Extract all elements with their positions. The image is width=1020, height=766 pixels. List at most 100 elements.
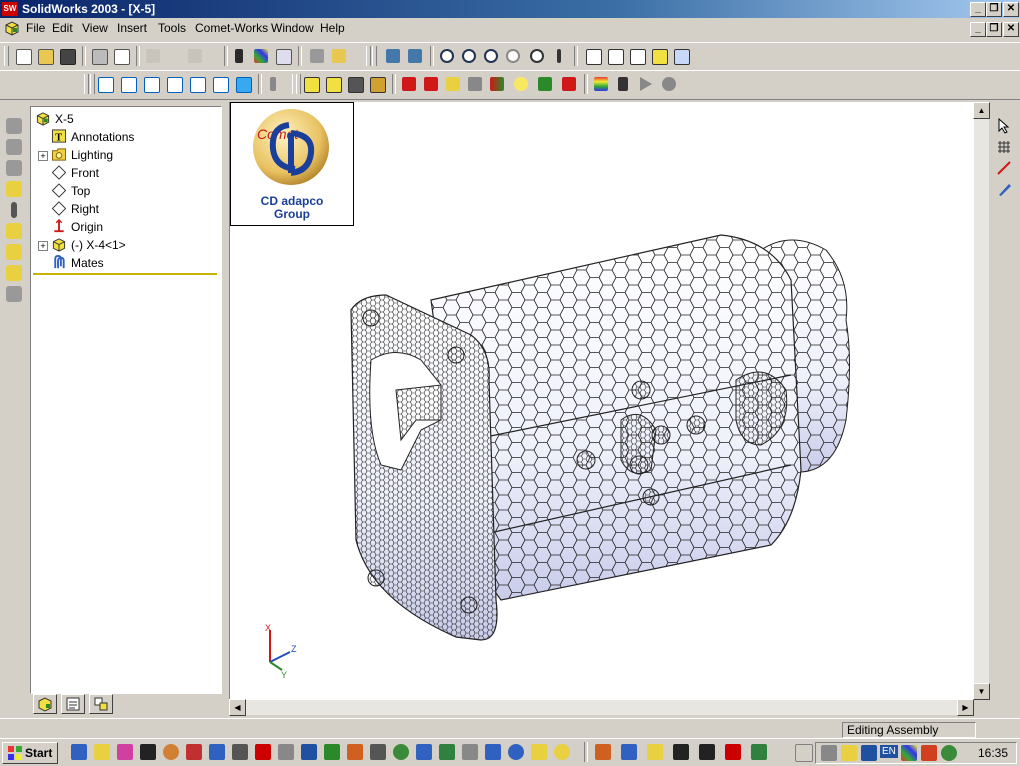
new-icon[interactable]	[14, 47, 32, 65]
start-button[interactable]: Start	[2, 742, 58, 764]
view-front-icon[interactable]	[96, 75, 114, 93]
quicklaunch-tool-icon[interactable]	[185, 743, 203, 761]
shaded-icon[interactable]	[672, 47, 690, 65]
hidden-lines-visible-icon[interactable]	[606, 47, 624, 65]
task-app-2-icon[interactable]	[620, 743, 638, 761]
quicklaunch-powerpoint-icon[interactable]	[346, 743, 364, 761]
pencil-icon[interactable]	[994, 179, 1014, 199]
sketch-pencil-2-icon[interactable]	[406, 47, 424, 65]
task-command-1-icon[interactable]	[672, 743, 690, 761]
menu-help[interactable]: Help	[320, 21, 345, 35]
view-top-icon[interactable]	[188, 75, 206, 93]
stop-icon[interactable]	[660, 75, 678, 93]
red-cube-icon[interactable]	[560, 75, 578, 93]
scroll-left-button[interactable]: ◀	[229, 699, 246, 716]
menu-file[interactable]: File	[26, 21, 45, 35]
taskbar-scroll-icon[interactable]	[794, 743, 813, 762]
restore-button[interactable]: ❐	[986, 2, 1002, 17]
tab-configuration-manager[interactable]	[89, 694, 113, 714]
features-tool-1-icon[interactable]	[4, 116, 24, 136]
doc-minimize-button[interactable]: _	[970, 22, 986, 37]
scroll-up-button[interactable]: ▲	[973, 102, 990, 119]
quicklaunch-solidworks-icon[interactable]	[254, 743, 272, 761]
select-arrow-icon[interactable]	[994, 116, 1014, 136]
color-scale-icon[interactable]	[592, 75, 610, 93]
view-bottom-icon[interactable]	[211, 75, 229, 93]
explode-icon[interactable]	[4, 284, 24, 304]
view-isometric-icon[interactable]	[234, 75, 252, 93]
view-back-icon[interactable]	[119, 75, 137, 93]
quicklaunch-cursor-icon[interactable]	[277, 743, 295, 761]
hidden-lines-removed-icon[interactable]	[628, 47, 646, 65]
tray-monitor-icon[interactable]	[860, 744, 878, 762]
expand-component-toggle[interactable]: +	[38, 241, 48, 251]
menu-window[interactable]: Window	[271, 21, 314, 35]
normal-to-icon[interactable]	[264, 75, 282, 93]
traffic-light-icon[interactable]	[230, 47, 248, 65]
sketch-pencil-icon[interactable]	[384, 47, 402, 65]
open-icon[interactable]	[36, 47, 54, 65]
zoom-to-fit-icon[interactable]	[438, 47, 456, 65]
view-left-icon[interactable]	[142, 75, 160, 93]
tab-feature-manager[interactable]	[33, 694, 57, 714]
view-right-icon[interactable]	[165, 75, 183, 93]
red-box-1-icon[interactable]	[400, 75, 418, 93]
mesh-tool-2-icon[interactable]	[324, 75, 342, 93]
title-bar[interactable]: SW SolidWorks 2003 - [X-5] _ ❐ ✕	[0, 0, 1020, 18]
gray-cube-icon[interactable]	[466, 75, 484, 93]
help-icon[interactable]	[330, 47, 348, 65]
doc-close-button[interactable]: ✕	[1003, 22, 1019, 37]
quicklaunch-network-icon[interactable]	[162, 743, 180, 761]
horizontal-scrollbar[interactable]: ◀ ▶	[229, 699, 974, 716]
play-icon[interactable]	[638, 75, 656, 93]
tray-network-icon[interactable]	[820, 744, 838, 762]
red-box-2-icon[interactable]	[422, 75, 440, 93]
menu-comet-works[interactable]: Comet-Works	[195, 21, 268, 35]
task-app-1-icon[interactable]	[594, 743, 612, 761]
rotate-view-icon[interactable]	[528, 47, 546, 65]
expand-lighting-toggle[interactable]: +	[38, 151, 48, 161]
mesh-tool-4-icon[interactable]	[368, 75, 386, 93]
light-bulb-icon[interactable]	[512, 75, 530, 93]
options-check-icon[interactable]	[274, 47, 292, 65]
redo-icon[interactable]	[186, 47, 204, 65]
quicklaunch-drive-icon[interactable]	[461, 743, 479, 761]
quicklaunch-paint-icon[interactable]	[93, 743, 111, 761]
grid-icon[interactable]	[994, 137, 1014, 157]
quicklaunch-search-icon[interactable]	[70, 743, 88, 761]
features-tool-3-icon[interactable]	[4, 158, 24, 178]
menu-edit[interactable]: Edit	[52, 21, 73, 35]
smart-mates-icon[interactable]	[4, 179, 24, 199]
rotate-component-icon[interactable]	[4, 242, 24, 262]
wireframe-icon[interactable]	[584, 47, 602, 65]
yellow-cluster-icon[interactable]	[444, 75, 462, 93]
quicklaunch-chart-icon[interactable]	[484, 743, 502, 761]
quicklaunch-ftp-icon[interactable]	[415, 743, 433, 761]
quicklaunch-word-icon[interactable]	[300, 743, 318, 761]
quicklaunch-app-icon[interactable]	[438, 743, 456, 761]
tray-volume-icon[interactable]	[840, 744, 858, 762]
tray-flag-icon[interactable]	[900, 744, 918, 762]
tray-language-indicator[interactable]: EN	[880, 745, 898, 758]
quicklaunch-mail-icon[interactable]	[208, 743, 226, 761]
quicklaunch-globe-icon[interactable]	[392, 743, 410, 761]
quicklaunch-excel-icon[interactable]	[323, 743, 341, 761]
print-icon[interactable]	[90, 47, 108, 65]
quicklaunch-info-icon[interactable]	[507, 743, 525, 761]
rollback-bar[interactable]	[33, 273, 217, 275]
task-app-3-icon[interactable]	[646, 743, 664, 761]
quicklaunch-tree-icon[interactable]	[231, 743, 249, 761]
quicklaunch-draw-icon[interactable]	[116, 743, 134, 761]
scroll-down-button[interactable]: ▼	[973, 683, 990, 700]
task-app-4-icon[interactable]	[750, 743, 768, 761]
mesh-tool-3-icon[interactable]	[346, 75, 364, 93]
color-grid-icon[interactable]	[252, 47, 270, 65]
task-command-2-icon[interactable]	[698, 743, 716, 761]
zoom-area-icon[interactable]	[460, 47, 478, 65]
pan-icon[interactable]	[550, 47, 568, 65]
zoom-in-out-icon[interactable]	[482, 47, 500, 65]
quicklaunch-command-icon[interactable]	[139, 743, 157, 761]
green-check-icon[interactable]	[536, 75, 554, 93]
task-solidworks-icon[interactable]	[724, 743, 742, 761]
mesh-tool-1-icon[interactable]	[302, 75, 320, 93]
